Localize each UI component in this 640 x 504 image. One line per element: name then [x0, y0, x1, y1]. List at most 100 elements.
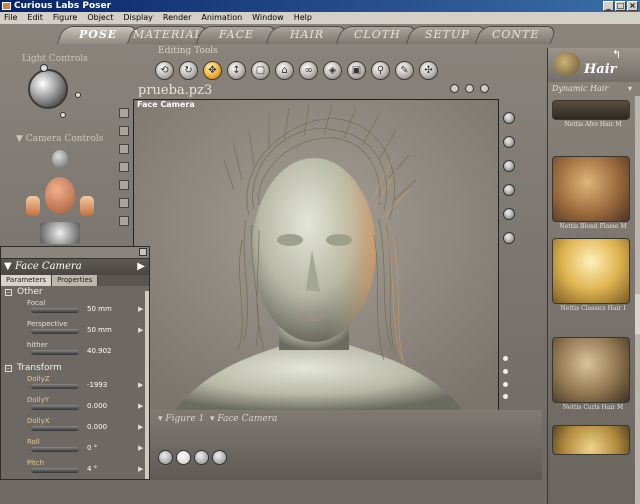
- display-style-button[interactable]: [119, 198, 129, 208]
- memory-dot-icon[interactable]: [503, 160, 515, 172]
- menu-animation[interactable]: Animation: [201, 12, 242, 24]
- param-dial[interactable]: [31, 426, 79, 431]
- camera-head-icon[interactable]: [45, 177, 75, 213]
- translate-in-out-icon[interactable]: ↕: [227, 61, 246, 80]
- library-item[interactable]: Nettis Blond Flame M: [552, 156, 634, 230]
- flyout-dot-icon[interactable]: [465, 84, 474, 93]
- chain-break-icon[interactable]: ∞: [299, 61, 318, 80]
- menu-render[interactable]: Render: [163, 12, 191, 24]
- light-handle-icon[interactable]: [40, 64, 48, 72]
- param-dial[interactable]: [31, 308, 79, 313]
- display-style-button[interactable]: [119, 180, 129, 190]
- memory-dot-icon[interactable]: [503, 136, 515, 148]
- library-category-select[interactable]: Dynamic Hair ▾: [552, 84, 634, 94]
- ui-dots: [158, 450, 227, 465]
- grouping-icon[interactable]: ▣: [347, 61, 366, 80]
- maximize-button[interactable]: □: [615, 1, 626, 11]
- left-hand-camera-icon[interactable]: [26, 196, 40, 216]
- param-menu-icon[interactable]: ▶: [138, 326, 143, 334]
- light-handle-icon[interactable]: [75, 92, 81, 98]
- window-title: Curious Labs Poser: [14, 1, 112, 11]
- menu-help[interactable]: Help: [294, 12, 312, 24]
- menu-edit[interactable]: Edit: [27, 12, 43, 24]
- morphing-icon[interactable]: ✎: [395, 61, 414, 80]
- minimize-button[interactable]: _: [603, 1, 614, 11]
- menu-file[interactable]: File: [4, 12, 17, 24]
- menu-display[interactable]: Display: [123, 12, 153, 24]
- ui-dot-icon[interactable]: [212, 450, 227, 465]
- library-item[interactable]: [552, 425, 634, 456]
- parameters-scrollbar[interactable]: [145, 291, 149, 479]
- param-value[interactable]: 40.902: [87, 347, 112, 355]
- tab-properties[interactable]: Properties: [52, 275, 99, 286]
- display-style-button[interactable]: [119, 216, 129, 226]
- taper-icon[interactable]: ⌂: [275, 61, 294, 80]
- param-dial[interactable]: [31, 447, 79, 452]
- display-style-button[interactable]: [119, 126, 129, 136]
- twist-icon[interactable]: ↻: [179, 61, 198, 80]
- scale-icon[interactable]: ▢: [251, 61, 270, 80]
- view-magnifier-icon[interactable]: ⚲: [371, 61, 390, 80]
- param-value[interactable]: 50 mm: [87, 326, 112, 334]
- move-dot-icon[interactable]: [480, 84, 489, 93]
- document-viewport[interactable]: Face Camera: [133, 99, 499, 411]
- section-other[interactable]: – Other: [1, 286, 149, 299]
- param-dial[interactable]: [31, 405, 79, 410]
- menu-arrow-icon[interactable]: ▶: [137, 259, 145, 275]
- color-icon[interactable]: ◈: [323, 61, 342, 80]
- tab-parameters[interactable]: Parameters: [1, 275, 53, 286]
- param-value[interactable]: 0 °: [87, 444, 97, 452]
- menu-figure[interactable]: Figure: [53, 12, 77, 24]
- param-menu-icon[interactable]: ▶: [138, 305, 143, 313]
- library-item[interactable]: Nettis Classics Hair I: [552, 238, 634, 312]
- light-sphere-control[interactable]: [28, 69, 68, 109]
- library-item[interactable]: Nettis Afro Hair M: [552, 100, 634, 128]
- close-icon[interactable]: [139, 248, 147, 256]
- display-style-button[interactable]: [119, 108, 129, 118]
- memory-dot-icon[interactable]: [503, 112, 515, 124]
- section-transform[interactable]: – Transform: [1, 362, 149, 375]
- rotate-icon[interactable]: ⟲: [155, 61, 174, 80]
- scrollbar-thumb[interactable]: [635, 294, 640, 334]
- memory-dot-icon[interactable]: [503, 232, 515, 244]
- param-value[interactable]: 50 mm: [87, 305, 112, 313]
- param-menu-icon[interactable]: ▶: [138, 381, 143, 389]
- param-dial[interactable]: [31, 384, 79, 389]
- display-style-button[interactable]: [119, 162, 129, 172]
- param-menu-icon[interactable]: ▶: [138, 423, 143, 431]
- right-hand-camera-icon[interactable]: [80, 196, 94, 216]
- status-light-icon: [503, 369, 508, 374]
- param-value[interactable]: 0.000: [87, 402, 107, 410]
- back-arrow-icon[interactable]: ↰: [612, 48, 621, 61]
- memory-dot-icon[interactable]: [503, 208, 515, 220]
- close-button[interactable]: ×: [627, 1, 638, 11]
- param-menu-icon[interactable]: ▶: [138, 402, 143, 410]
- library-item[interactable]: Nettis Curls Hair M: [552, 337, 634, 411]
- ui-dot-icon[interactable]: [194, 450, 209, 465]
- param-dial[interactable]: [31, 468, 79, 473]
- tab-content[interactable]: CONTE: [475, 26, 558, 44]
- param-menu-icon[interactable]: ▶: [138, 444, 143, 452]
- render-dot-icon[interactable]: [450, 84, 459, 93]
- library-scrollbar[interactable]: [635, 96, 640, 504]
- direct-manipulation-icon[interactable]: ✣: [419, 61, 438, 80]
- light-handle-icon[interactable]: [60, 112, 66, 118]
- parameters-object-select[interactable]: ▼ Face Camera ▶: [1, 259, 149, 275]
- param-dial[interactable]: [31, 350, 79, 355]
- camera-move-icon[interactable]: [40, 222, 80, 244]
- param-value[interactable]: 0.000: [87, 423, 107, 431]
- memory-dot-icon[interactable]: [503, 184, 515, 196]
- camera-select[interactable]: ▾ Face Camera: [210, 414, 277, 424]
- param-value[interactable]: 4 °: [87, 465, 97, 473]
- ui-dot-icon[interactable]: [158, 450, 173, 465]
- param-dial[interactable]: [31, 329, 79, 334]
- figure-select[interactable]: ▾ Figure 1: [158, 414, 204, 424]
- param-menu-icon[interactable]: ▶: [138, 465, 143, 473]
- translate-icon[interactable]: ✥: [203, 61, 222, 80]
- menu-object[interactable]: Object: [87, 12, 113, 24]
- ui-dot-icon[interactable]: [176, 450, 191, 465]
- menu-window[interactable]: Window: [252, 12, 284, 24]
- param-value[interactable]: -1993: [87, 381, 107, 389]
- display-style-button[interactable]: [119, 144, 129, 154]
- camera-select-head-icon[interactable]: [52, 150, 68, 168]
